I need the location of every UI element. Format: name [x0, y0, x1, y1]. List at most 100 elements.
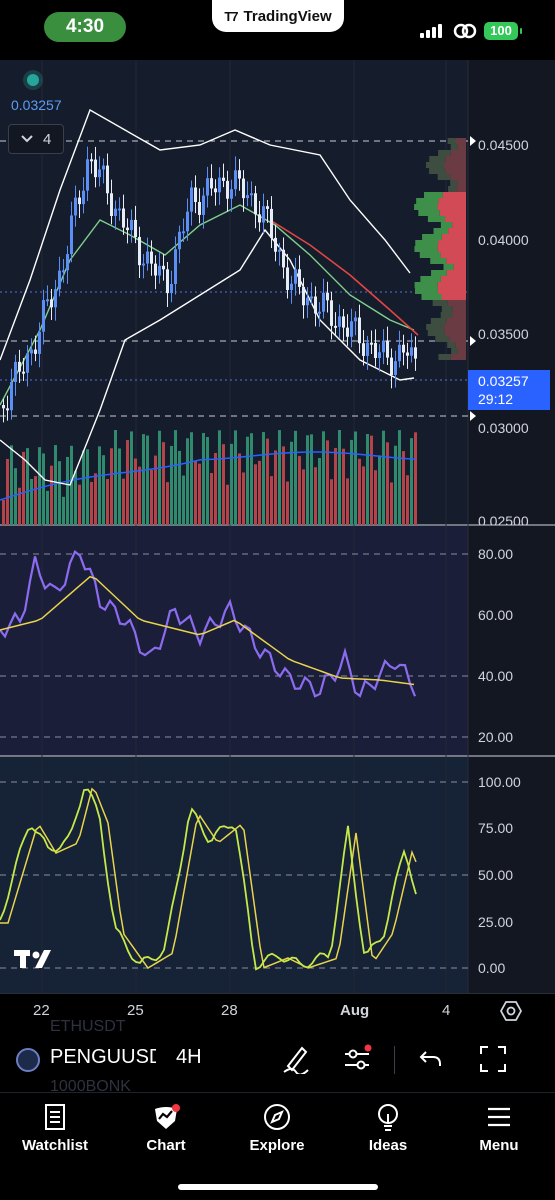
collapse-indicators-button[interactable]: 4: [8, 124, 64, 154]
candle-body: [230, 189, 233, 199]
lightbulb-icon: [378, 1104, 398, 1131]
candle-body: [290, 283, 293, 290]
chart-canvas[interactable]: [0, 60, 555, 1030]
volume-bar: [194, 461, 197, 525]
volume-bar: [334, 448, 337, 525]
volume-bar: [146, 435, 149, 525]
volume-bar: [90, 481, 93, 525]
fullscreen-icon[interactable]: [478, 1044, 508, 1074]
volume-bar: [106, 478, 109, 525]
volume-bar: [218, 430, 221, 525]
undo-icon[interactable]: [418, 1044, 444, 1074]
home-indicator: [178, 1184, 378, 1190]
volume-bar: [178, 450, 181, 525]
volume-profile-down: [445, 216, 466, 222]
price-axis-label: 0.03000: [478, 420, 529, 436]
chart-settings-icon[interactable]: [500, 1000, 522, 1022]
candle-body: [410, 347, 413, 356]
stoch-axis-label: 25.00: [478, 914, 514, 930]
volume-bar: [410, 438, 413, 525]
candle-body: [86, 159, 89, 191]
indicators-icon[interactable]: [342, 1044, 372, 1074]
watchlist-icon: [45, 1104, 65, 1130]
app-tab[interactable]: T7 TradingView: [212, 0, 344, 32]
candle-body: [390, 357, 393, 376]
nav-menu[interactable]: Menu: [449, 1103, 549, 1154]
rsi-ma-line: [0, 575, 415, 686]
compass-icon: [264, 1104, 290, 1130]
candle-body: [306, 297, 309, 306]
candle-body: [182, 231, 185, 234]
bar-countdown: 29:12: [478, 391, 514, 407]
toolbar-divider: [394, 1046, 395, 1074]
clock[interactable]: 4:30: [44, 12, 126, 42]
volume-bar: [2, 500, 5, 525]
candle-body: [198, 201, 201, 215]
volume-bar: [354, 431, 357, 525]
nav-ideas[interactable]: Ideas: [338, 1103, 438, 1154]
candle-body: [34, 349, 37, 354]
chart-area[interactable]: 0.03257 4 0.04500 0.04000 0.03500 0.0300…: [0, 60, 555, 1030]
date-axis-label: 25: [127, 1002, 144, 1019]
volume-profile-down: [437, 288, 466, 294]
candle-body: [270, 208, 273, 238]
volume-bar: [162, 442, 165, 525]
battery-icon: 100: [484, 22, 522, 40]
volume-bar: [206, 436, 209, 525]
volume-profile-up: [416, 198, 439, 204]
volume-bar: [414, 432, 417, 525]
nav-watchlist[interactable]: Watchlist: [5, 1103, 105, 1154]
volume-profile-up: [424, 192, 443, 198]
volume-bar: [62, 496, 65, 525]
volume-bar: [302, 469, 305, 525]
candle-body: [186, 211, 189, 232]
rsi-line: [0, 550, 417, 698]
volume-bar: [362, 466, 365, 525]
volume-bar: [282, 446, 285, 525]
volume-bar: [350, 439, 353, 525]
volume-bar: [142, 434, 145, 525]
volume-bar: [314, 467, 317, 525]
candle-body: [406, 352, 409, 356]
candle-body: [134, 219, 137, 237]
volume-bar: [238, 453, 241, 525]
candle-body: [334, 325, 337, 328]
candle-body: [58, 270, 61, 290]
volume-profile-up: [421, 294, 442, 300]
rsi-axis-label: 60.00: [478, 607, 514, 623]
volume-bar: [254, 464, 257, 525]
volume-bar: [174, 430, 177, 525]
volume-bar: [42, 453, 45, 525]
candle-body: [138, 236, 141, 266]
symbol-name[interactable]: PENGUUSDT: [50, 1046, 156, 1069]
volume-bar: [114, 430, 117, 525]
volume-bar: [154, 455, 157, 525]
volume-bar: [398, 430, 401, 525]
price-axis-label: 0.03500: [478, 326, 529, 342]
volume-profile-down: [455, 138, 466, 144]
nav-label: Chart: [146, 1137, 186, 1154]
volume-bar: [358, 458, 361, 525]
candle-body: [38, 331, 41, 354]
chevron-down-icon: [21, 135, 33, 143]
candle-body: [234, 170, 237, 190]
nav-explore[interactable]: Explore: [227, 1103, 327, 1154]
nav-chart[interactable]: Chart: [116, 1103, 216, 1154]
candle-body: [338, 316, 341, 327]
interval-selector[interactable]: 4H: [176, 1046, 202, 1069]
volume-profile-down: [438, 198, 466, 204]
volume-profile-down: [452, 306, 466, 312]
volume-bar: [138, 466, 141, 525]
price-axis-label: 0.04500: [478, 137, 529, 153]
candle-body: [78, 197, 81, 205]
volume-profile-up: [420, 276, 441, 282]
candle-body: [274, 237, 277, 252]
candle-body: [150, 251, 153, 264]
indicator-count: 4: [43, 130, 52, 148]
volume-profile-down: [452, 222, 466, 228]
drawing-tools-icon[interactable]: [282, 1044, 310, 1074]
volume-profile-up: [414, 282, 438, 288]
volume-bar: [190, 432, 193, 525]
candle-body: [366, 342, 369, 356]
volume-bar: [54, 445, 57, 525]
